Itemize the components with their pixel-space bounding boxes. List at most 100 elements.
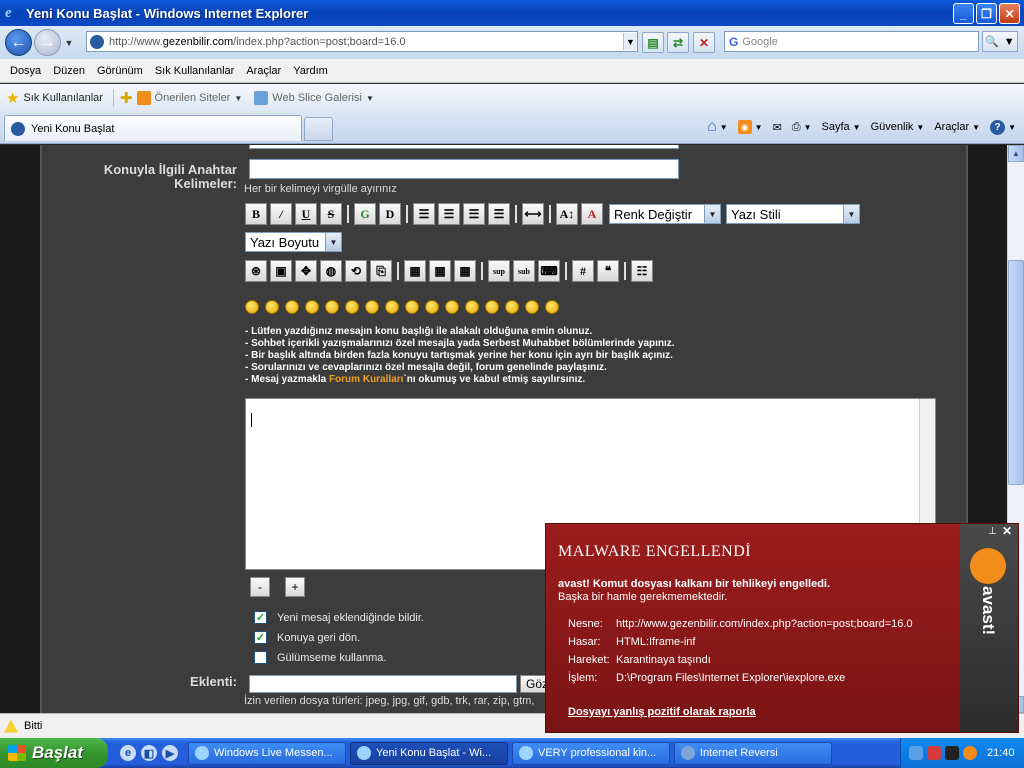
menu-edit[interactable]: Düzen [47,65,91,77]
move-button[interactable]: ✥ [295,260,317,282]
taskbar-item-new-topic[interactable]: Yeni Konu Başlat - Wi... [350,741,508,765]
horizontal-rule-button[interactable]: ⟷ [522,203,544,225]
align-left-button[interactable]: ☰ [413,203,435,225]
table-cell-button[interactable]: ▦ [454,260,476,282]
desktop-quicklaunch-icon[interactable]: ◧ [141,745,157,761]
attachment-input[interactable] [249,675,517,693]
subject-input[interactable] [249,145,679,149]
code-button[interactable]: # [572,260,594,282]
search-input[interactable]: G Google [724,31,979,52]
strikethrough-button[interactable]: S [320,203,342,225]
keywords-input[interactable] [249,159,679,179]
page-menu[interactable]: Sayfa ▼ [822,121,861,133]
smiley-icon[interactable] [385,300,399,314]
menu-help[interactable]: Yardım [287,65,334,77]
address-dropdown-button[interactable]: ▼ [623,33,637,50]
search-button[interactable]: 🔍 ▼ [982,31,1018,52]
grow-textarea-button[interactable]: + [285,577,305,597]
smiley-icon[interactable] [305,300,319,314]
table-row-button[interactable]: ▦ [429,260,451,282]
shadow-button[interactable]: D [379,203,401,225]
scroll-thumb[interactable] [1008,260,1024,485]
start-button[interactable]: Başlat [0,738,108,768]
security-icon[interactable] [927,746,941,760]
forum-rules-link[interactable]: Forum Kuralları [329,374,403,385]
superscript-button[interactable]: sup [488,260,510,282]
color-select[interactable]: Renk Değiştir ▼ [609,204,721,224]
refresh-button[interactable]: ⇄ [667,32,689,53]
new-tab-button[interactable] [304,117,333,141]
smiley-icon[interactable] [345,300,359,314]
tray-app-icon[interactable] [945,746,959,760]
return-option[interactable]: ✓ Konuya geri dön. [254,631,360,644]
smiley-icon[interactable] [545,300,559,314]
help-menu[interactable]: ? ▼ [990,119,1016,135]
false-positive-report-link[interactable]: Dosyayı yanlış pozitif olarak raporla [568,706,756,718]
tools-menu[interactable]: Araçlar ▼ [934,121,980,133]
glow-button[interactable]: G [354,203,376,225]
popup-close-icon[interactable]: ✕ [1002,524,1012,538]
ftp-button[interactable]: ⎘ [370,260,392,282]
smiley-icon[interactable] [245,300,259,314]
menu-file[interactable]: Dosya [4,65,47,77]
smiley-icon[interactable] [285,300,299,314]
font-color-button[interactable]: A [581,203,603,225]
shrink-textarea-button[interactable]: - [250,577,270,597]
safety-menu[interactable]: Güvenlik ▼ [871,121,925,133]
quote-button[interactable]: ❝ [597,260,619,282]
stop-button[interactable]: ✕ [693,32,715,53]
taskbar-item-very-professional[interactable]: VERY professional kin... [512,741,670,765]
forward-button[interactable]: → [34,29,61,56]
font-style-select[interactable]: Yazı Stili ▼ [726,204,860,224]
add-favorite-icon[interactable]: ✚ [120,89,133,107]
recent-pages-dropdown[interactable]: ▼ [63,38,75,48]
notify-checkbox[interactable]: ✓ [254,611,267,624]
read-mail-button[interactable]: ✉ [773,121,782,134]
return-checkbox[interactable]: ✓ [254,631,267,644]
no-smiley-checkbox[interactable] [254,651,267,664]
media-player-quicklaunch-icon[interactable]: ▶ [162,745,178,761]
favorites-button[interactable]: Sık Kullanılanlar [23,92,103,104]
minimize-button[interactable]: _ [953,3,974,24]
bold-button[interactable]: B [245,203,267,225]
smiley-icon[interactable] [505,300,519,314]
web-slice-gallery-button[interactable]: Web Slice Galerisi ▼ [254,91,374,105]
flash-button[interactable]: ⊛ [245,260,267,282]
email-button[interactable]: ⟲ [345,260,367,282]
avast-tray-icon[interactable] [963,746,977,760]
menu-tools[interactable]: Araçlar [240,65,287,77]
compatibility-view-button[interactable]: ▤ [642,32,664,53]
justify-button[interactable]: ☰ [488,203,510,225]
align-right-button[interactable]: ☰ [463,203,485,225]
back-button[interactable]: ← [5,29,32,56]
italic-button[interactable]: / [270,203,292,225]
smiley-icon[interactable] [425,300,439,314]
print-button[interactable]: ⎙ ▼ [792,121,812,134]
menu-view[interactable]: Görünüm [91,65,149,77]
taskbar-item-reversi[interactable]: Internet Reversi [674,741,832,765]
smiley-icon[interactable] [325,300,339,314]
feeds-button[interactable]: ◉ ▼ [737,120,763,134]
smiley-icon[interactable] [525,300,539,314]
notify-option[interactable]: ✓ Yeni mesaj eklendiğinde bildir. [254,611,424,624]
no-smiley-option[interactable]: Gülümseme kullanma. [254,651,386,664]
image-button[interactable]: ▣ [270,260,292,282]
url-button[interactable]: ◍ [320,260,342,282]
pin-icon[interactable]: ⊥ [988,526,997,537]
table-button[interactable]: ▦ [404,260,426,282]
list-button[interactable]: ☷ [631,260,653,282]
align-center-button[interactable]: ☰ [438,203,460,225]
teletype-button[interactable]: ⌨ [538,260,560,282]
maximize-button[interactable]: ❐ [976,3,997,24]
search-options-dropdown[interactable]: ▼ [1004,36,1015,48]
font-size-select[interactable]: Yazı Boyutu ▼ [245,232,342,252]
network-icon[interactable] [909,746,923,760]
smiley-icon[interactable] [445,300,459,314]
subscript-button[interactable]: sub [513,260,535,282]
smiley-icon[interactable] [465,300,479,314]
menu-favorites[interactable]: Sık Kullanılanlar [149,65,241,77]
smiley-icon[interactable] [265,300,279,314]
address-url[interactable]: http://www.gezenbilir.com/index.php?acti… [109,36,623,48]
smiley-icon[interactable] [365,300,379,314]
underline-button[interactable]: U [295,203,317,225]
